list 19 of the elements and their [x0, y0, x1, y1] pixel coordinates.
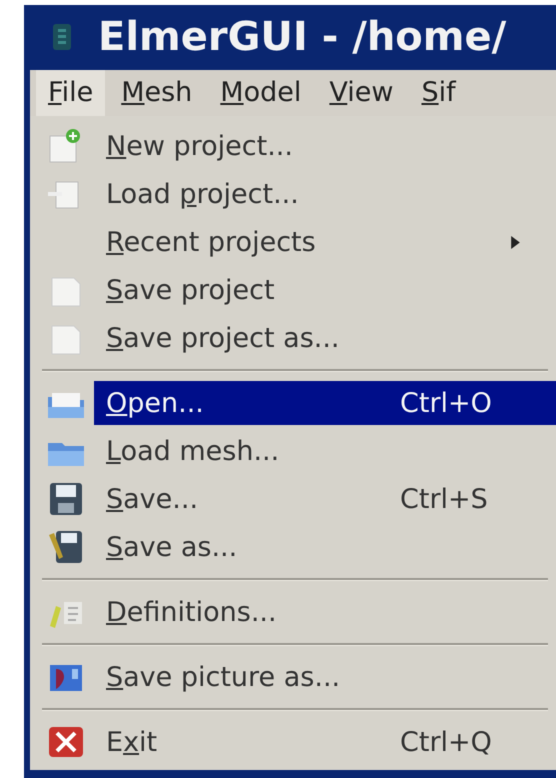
menu-item[interactable]: Save... Ctrl+S: [94, 477, 556, 521]
menu-item[interactable]: Open... Ctrl+O: [94, 381, 556, 425]
menu-item[interactable]: Load project...: [94, 172, 556, 216]
menu-item[interactable]: Save picture as...: [94, 655, 556, 699]
menu-item[interactable]: Save project as...: [94, 316, 556, 360]
menu-item[interactable]: New project...: [94, 124, 556, 168]
menu-item[interactable]: Exit Ctrl+Q: [94, 720, 556, 764]
window-title: ElmerGUI - /home/: [98, 14, 506, 60]
menu-bar-item[interactable]: Sif: [409, 70, 468, 116]
menu-bar-item[interactable]: Model: [208, 70, 314, 116]
menu-item[interactable]: Definitions...: [94, 590, 556, 634]
menu-bar-item[interactable]: View: [317, 70, 406, 116]
menu-item[interactable]: Save project: [94, 268, 556, 312]
menu-item[interactable]: Save as...: [94, 525, 556, 569]
menu-item[interactable]: Load mesh...: [94, 429, 556, 473]
menu-bar-item[interactable]: File: [36, 70, 106, 116]
menu-item[interactable]: Recent projects: [94, 220, 556, 264]
app-icon: [52, 22, 72, 50]
menu-bar-item[interactable]: Mesh: [109, 70, 204, 116]
